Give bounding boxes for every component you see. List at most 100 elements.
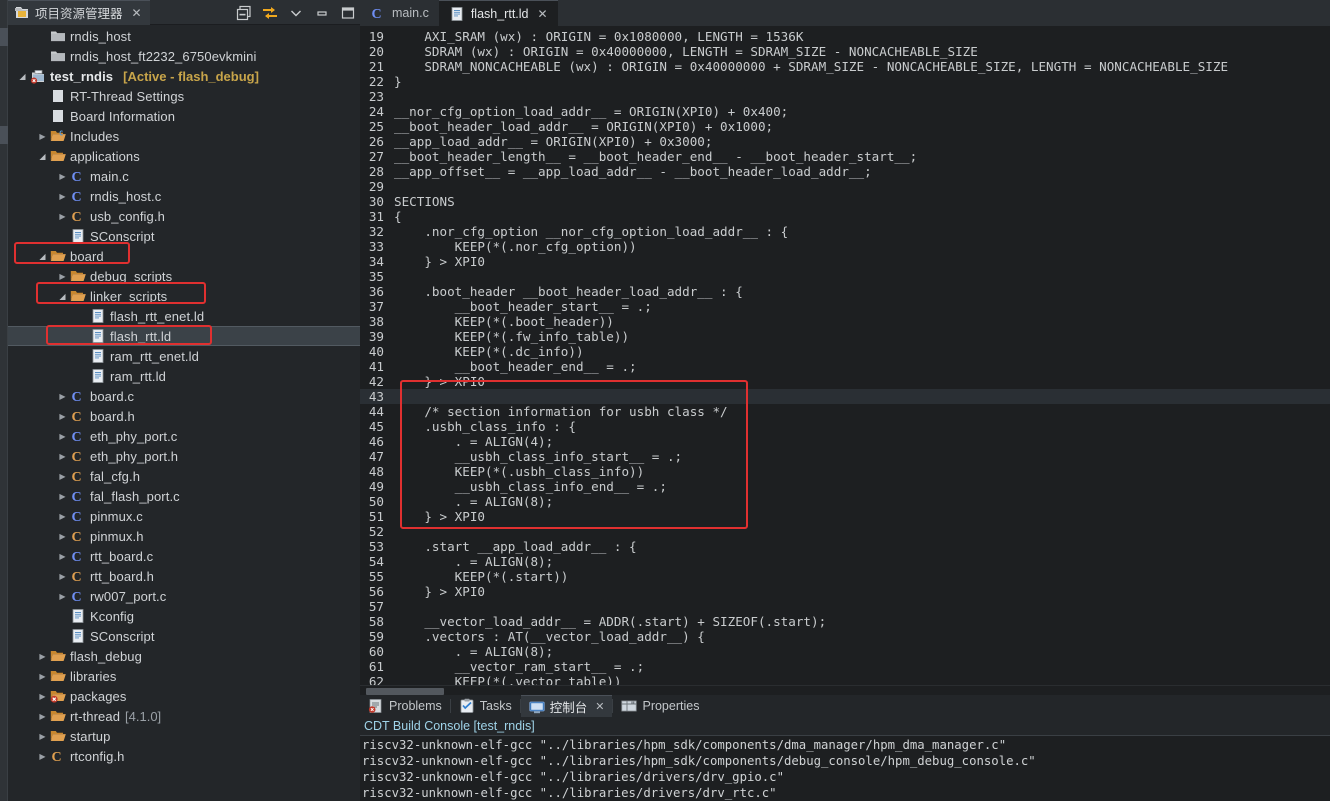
tree-item-flash-debug[interactable]: ▶ flash_debug <box>8 646 360 666</box>
code-line[interactable]: 58 __vector_load_addr__ = ADDR(.start) +… <box>360 614 1330 629</box>
code-line[interactable]: 52 <box>360 524 1330 539</box>
edge-view-tab-2[interactable] <box>0 126 8 144</box>
code-line[interactable]: 29 <box>360 179 1330 194</box>
code-line[interactable]: 25 __boot_header_load_addr__ = ORIGIN(XPI… <box>360 119 1330 134</box>
editor-tab-flash-rtt-ld[interactable]: flash_rtt.ld ✕ <box>438 0 558 26</box>
expand-arrow-icon[interactable]: ▶ <box>36 732 49 741</box>
tree-item-sconscript[interactable]: SConscript <box>8 226 360 246</box>
expand-arrow-icon[interactable]: ▶ <box>56 452 69 461</box>
tree-item-rtt-board-h[interactable]: ▶ Crtt_board.h <box>8 566 360 586</box>
console-output[interactable]: riscv32-unknown-elf-gcc "../libraries/hp… <box>360 735 1330 801</box>
tree-item-applications[interactable]: ◢ applications <box>8 146 360 166</box>
expand-arrow-icon[interactable]: ▶ <box>36 652 49 661</box>
code-line[interactable]: 57 <box>360 599 1330 614</box>
expand-arrow-icon[interactable]: ▶ <box>56 532 69 541</box>
console-tab-problems[interactable]: Problems <box>360 695 450 717</box>
link-with-editor-icon[interactable] <box>262 5 278 21</box>
console-tab-控制台[interactable]: 控制台 ✕ <box>520 695 613 717</box>
project-tree[interactable]: rndis_host rndis_host_ft2232_6750evkmini ◢… <box>8 25 360 801</box>
code-line[interactable]: 34 } > XPI0 <box>360 254 1330 269</box>
collapse-arrow-icon[interactable]: ◢ <box>36 152 49 161</box>
expand-arrow-icon[interactable]: ▶ <box>56 412 69 421</box>
code-line[interactable]: 49 __usbh_class_info_end__ = .; <box>360 479 1330 494</box>
code-line[interactable]: 20 SDRAM (wx) : ORIGIN = 0x40000000, LEN… <box>360 44 1330 59</box>
code-line[interactable]: 40 KEEP(*(.dc_info)) <box>360 344 1330 359</box>
tree-item-rt-thread-settings[interactable]: RT-Thread Settings <box>8 86 360 106</box>
code-line[interactable]: 43 <box>360 389 1330 404</box>
tree-item-eth-phy-port-h[interactable]: ▶ Ceth_phy_port.h <box>8 446 360 466</box>
maximize-icon[interactable] <box>340 5 356 21</box>
editor-horizontal-scrollbar[interactable] <box>360 685 1330 695</box>
chevron-down-icon[interactable] <box>288 5 304 21</box>
expand-arrow-icon[interactable]: ▶ <box>56 272 69 281</box>
tree-item-libraries[interactable]: ▶ libraries <box>8 666 360 686</box>
minimize-icon[interactable] <box>314 5 330 21</box>
collapse-arrow-icon[interactable]: ◢ <box>36 252 49 261</box>
code-line[interactable]: 32 .nor_cfg_option __nor_cfg_option_load… <box>360 224 1330 239</box>
code-line[interactable]: 47 __usbh_class_info_start__ = .; <box>360 449 1330 464</box>
collapse-arrow-icon[interactable]: ◢ <box>56 292 69 301</box>
tree-item-packages[interactable]: ▶ packages <box>8 686 360 706</box>
code-line[interactable]: 27 __boot_header_length__ = __boot_header… <box>360 149 1330 164</box>
expand-arrow-icon[interactable]: ▶ <box>56 212 69 221</box>
tree-item-fal-flash-port-c[interactable]: ▶ Cfal_flash_port.c <box>8 486 360 506</box>
code-line[interactable]: 31 { <box>360 209 1330 224</box>
code-line[interactable]: 60 . = ALIGN(8); <box>360 644 1330 659</box>
code-line[interactable]: 28 __app_offset__ = __app_load_addr__ - _… <box>360 164 1330 179</box>
code-line[interactable]: 21 SDRAM_NONCACHEABLE (wx) : ORIGIN = 0x… <box>360 59 1330 74</box>
close-icon[interactable]: ✕ <box>595 700 604 713</box>
tree-item-rndis-host-ft2232-6750evkmini[interactable]: rndis_host_ft2232_6750evkmini <box>8 46 360 66</box>
code-viewport[interactable]: 19 AXI_SRAM (wx) : ORIGIN = 0x1080000, L… <box>360 26 1330 685</box>
tree-item-flash-rtt-enet-ld[interactable]: flash_rtt_enet.ld <box>8 306 360 326</box>
code-line[interactable]: 56 } > XPI0 <box>360 584 1330 599</box>
tree-item-ram-rtt-ld[interactable]: ram_rtt.ld <box>8 366 360 386</box>
expand-arrow-icon[interactable]: ▶ <box>56 432 69 441</box>
expand-arrow-icon[interactable]: ▶ <box>36 672 49 681</box>
close-icon[interactable]: ✕ <box>538 7 548 21</box>
tree-item-sconscript[interactable]: SConscript <box>8 626 360 646</box>
code-line[interactable]: 48 KEEP(*(.usbh_class_info)) <box>360 464 1330 479</box>
tree-item-board-h[interactable]: ▶ Cboard.h <box>8 406 360 426</box>
code-line[interactable]: 24 __nor_cfg_option_load_addr__ = ORIGIN(… <box>360 104 1330 119</box>
collapse-arrow-icon[interactable]: ◢ <box>16 72 29 81</box>
tree-item-fal-cfg-h[interactable]: ▶ Cfal_cfg.h <box>8 466 360 486</box>
code-line[interactable]: 54 . = ALIGN(8); <box>360 554 1330 569</box>
scrollbar-thumb[interactable] <box>366 688 444 695</box>
tree-item-linker-scripts[interactable]: ◢ linker_scripts <box>8 286 360 306</box>
tree-item-pinmux-c[interactable]: ▶ Cpinmux.c <box>8 506 360 526</box>
expand-arrow-icon[interactable]: ▶ <box>56 192 69 201</box>
tree-item-eth-phy-port-c[interactable]: ▶ Ceth_phy_port.c <box>8 426 360 446</box>
tree-item-test-rndis[interactable]: ◢ test_rndis [Active - flash_debug] <box>8 66 360 86</box>
console-tab-tasks[interactable]: Tasks <box>451 695 520 717</box>
editor-tab-main-c[interactable]: Cmain.c <box>360 0 439 26</box>
expand-arrow-icon[interactable]: ▶ <box>36 692 49 701</box>
collapse-all-icon[interactable] <box>236 5 252 21</box>
code-line[interactable]: 53 .start __app_load_addr__ : { <box>360 539 1330 554</box>
expand-arrow-icon[interactable]: ▶ <box>36 712 49 721</box>
code-line[interactable]: 51 } > XPI0 <box>360 509 1330 524</box>
tree-item-usb-config-h[interactable]: ▶ Cusb_config.h <box>8 206 360 226</box>
tree-item-rt-thread[interactable]: ▶ rt-thread [4.1.0] <box>8 706 360 726</box>
tree-item-board[interactable]: ◢ board <box>8 246 360 266</box>
code-line[interactable]: 55 KEEP(*(.start)) <box>360 569 1330 584</box>
tree-item-rndis-host[interactable]: rndis_host <box>8 26 360 46</box>
code-line[interactable]: 39 KEEP(*(.fw_info_table)) <box>360 329 1330 344</box>
expand-arrow-icon[interactable]: ▶ <box>36 132 49 141</box>
code-line[interactable]: 22} <box>360 74 1330 89</box>
edge-view-tab-1[interactable] <box>0 28 8 46</box>
code-line[interactable]: 45 .usbh_class_info : { <box>360 419 1330 434</box>
tree-item-kconfig[interactable]: Kconfig <box>8 606 360 626</box>
tree-item-rndis-host-c[interactable]: ▶ Crndis_host.c <box>8 186 360 206</box>
code-line[interactable]: 46 . = ALIGN(4); <box>360 434 1330 449</box>
close-icon[interactable]: ✕ <box>132 6 142 20</box>
tree-item-board-information[interactable]: Board Information <box>8 106 360 126</box>
expand-arrow-icon[interactable]: ▶ <box>56 552 69 561</box>
expand-arrow-icon[interactable]: ▶ <box>56 572 69 581</box>
tree-item-includes[interactable]: ▶ C Includes <box>8 126 360 146</box>
code-line[interactable]: 38 KEEP(*(.boot_header)) <box>360 314 1330 329</box>
expand-arrow-icon[interactable]: ▶ <box>56 512 69 521</box>
expand-arrow-icon[interactable]: ▶ <box>56 492 69 501</box>
code-line[interactable]: 26 __app_load_addr__ = ORIGIN(XPI0) + 0x3… <box>360 134 1330 149</box>
tab-project-explorer[interactable]: 项目资源管理器 ✕ <box>8 0 150 25</box>
tree-item-rtconfig-h[interactable]: ▶ Crtconfig.h <box>8 746 360 766</box>
